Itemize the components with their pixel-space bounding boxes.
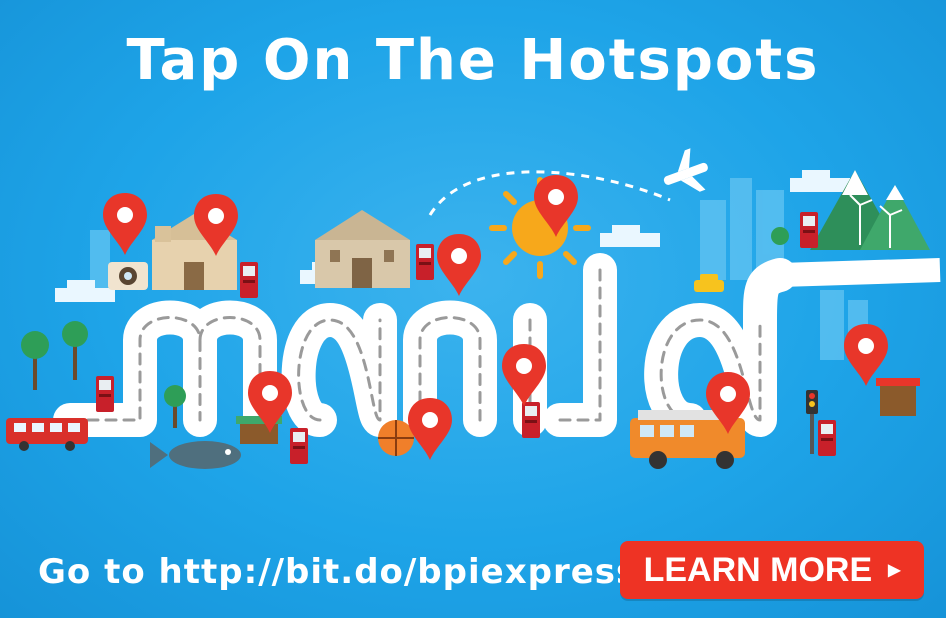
play-triangle-icon: ▶ — [888, 562, 901, 579]
bpi-express-url[interactable]: Go to http://bit.do/bpiexpress — [38, 552, 637, 592]
camera-icon — [108, 262, 148, 290]
fish-icon — [150, 441, 241, 469]
learn-more-button[interactable]: LEARN MORE ▶ — [620, 541, 924, 599]
side-road — [779, 258, 941, 287]
manila-illustration — [6, 148, 941, 469]
ad-banner: Tap On The Hotspots Go to http://bit.do/… — [0, 0, 946, 618]
learn-more-label: LEARN MORE — [643, 550, 873, 589]
church-landmark-2 — [315, 210, 410, 288]
airplane-icon — [663, 148, 708, 192]
bus-icon — [6, 418, 88, 451]
traffic-light-icon — [806, 390, 818, 454]
basketball-icon — [378, 420, 414, 456]
